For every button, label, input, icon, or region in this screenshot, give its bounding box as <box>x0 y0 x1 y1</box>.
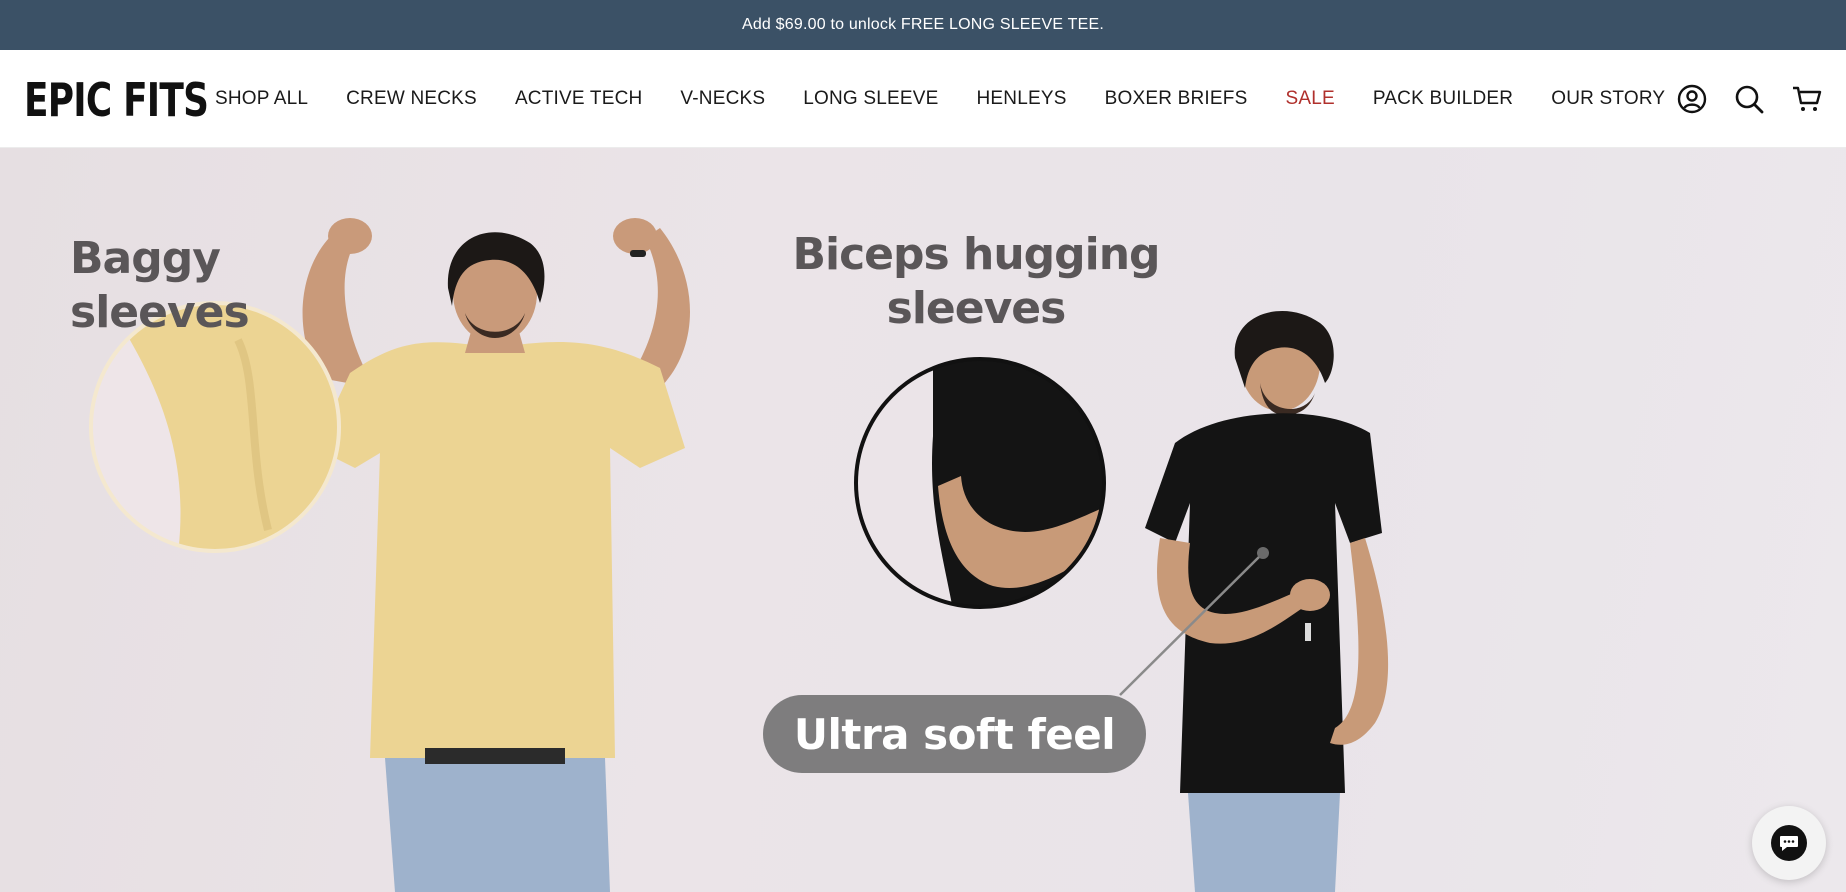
feature-bubble: Ultra soft feel <box>763 695 1146 773</box>
main-nav: SHOP ALL CREW NECKS ACTIVE TECH V-NECKS … <box>196 50 1684 148</box>
nav-active-tech[interactable]: ACTIVE TECH <box>496 88 661 110</box>
nav-long-sleeve[interactable]: LONG SLEEVE <box>784 88 957 110</box>
logo[interactable]: EPIC FITS <box>24 74 209 126</box>
nav-crew-necks[interactable]: CREW NECKS <box>327 88 496 110</box>
zoom-circle-fitted <box>854 357 1106 609</box>
pointer-line <box>1119 547 1269 696</box>
nav-pack-builder[interactable]: PACK BUILDER <box>1354 88 1532 110</box>
nav-henleys[interactable]: HENLEYS <box>958 88 1086 110</box>
cart-icon[interactable] <box>1790 82 1824 116</box>
announcement-text: Add $69.00 to unlock FREE LONG SLEEVE TE… <box>741 16 1105 33</box>
chat-button[interactable] <box>1752 806 1826 880</box>
nav-boxer-briefs[interactable]: BOXER BRIEFS <box>1086 88 1267 110</box>
nav-our-story[interactable]: OUR STORY <box>1532 88 1684 110</box>
caption-biceps-line1: Biceps hugging <box>792 229 1160 280</box>
caption-biceps-line2: sleeves <box>886 283 1067 334</box>
nav-v-necks[interactable]: V-NECKS <box>661 88 784 110</box>
account-icon[interactable] <box>1675 82 1709 116</box>
chat-bubble-icon <box>1771 825 1807 861</box>
announcement-bar: Add $69.00 to unlock FREE LONG SLEEVE TE… <box>0 0 1846 50</box>
nav-sale[interactable]: SALE <box>1266 88 1353 110</box>
caption-baggy-sleeves: Baggy sleeves <box>70 233 250 338</box>
nav-shop-all[interactable]: SHOP ALL <box>196 88 327 110</box>
search-icon[interactable] <box>1732 82 1766 116</box>
site-header: EPIC FITS SHOP ALL CREW NECKS ACTIVE TEC… <box>0 50 1846 148</box>
hero-banner[interactable]: Baggy sleeves Biceps hugging sleeves Ult… <box>0 148 1846 892</box>
